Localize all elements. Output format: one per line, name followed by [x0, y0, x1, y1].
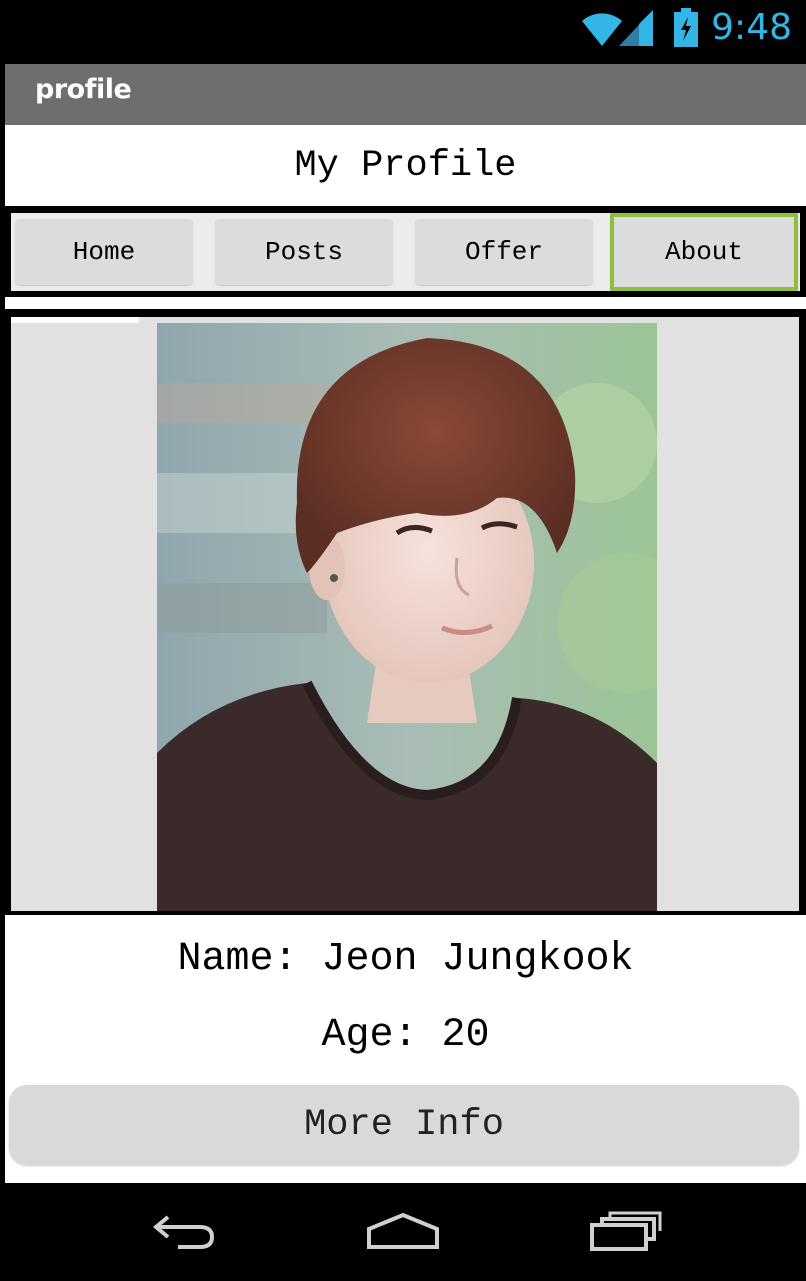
content: My Profile Home Posts Offer About Name: … — [5, 125, 806, 1183]
page-title: My Profile — [294, 144, 517, 187]
tab-bar: Home Posts Offer About — [11, 213, 800, 291]
app-title: profile — [35, 74, 132, 105]
status-bar: 9:48 — [0, 0, 806, 64]
profile-name: Name: Jeon Jungkook — [177, 937, 634, 982]
profile-info: Name: Jeon Jungkook Age: 20 More Info — [5, 915, 806, 1183]
battery-icon — [673, 8, 699, 48]
more-info-button[interactable]: More Info — [9, 1085, 799, 1165]
system-nav-bar — [0, 1183, 806, 1281]
profile-photo — [157, 323, 657, 911]
action-bar: profile — [5, 64, 806, 125]
header: My Profile — [5, 125, 806, 206]
tab-offer[interactable]: Offer — [415, 219, 593, 285]
status-time: 9:48 — [711, 7, 792, 48]
tab-home[interactable]: Home — [15, 219, 193, 285]
tab-posts[interactable]: Posts — [215, 219, 393, 285]
photo-panel — [11, 317, 799, 911]
photo-notch — [11, 317, 139, 323]
divider — [5, 297, 806, 309]
back-icon[interactable] — [138, 1201, 228, 1261]
home-icon[interactable] — [358, 1201, 448, 1261]
status-icons: 9:48 — [579, 6, 792, 50]
recent-apps-icon[interactable] — [580, 1201, 670, 1261]
signal-icon — [617, 8, 655, 48]
tab-about[interactable]: About — [610, 213, 798, 291]
profile-age: Age: 20 — [321, 1013, 490, 1058]
